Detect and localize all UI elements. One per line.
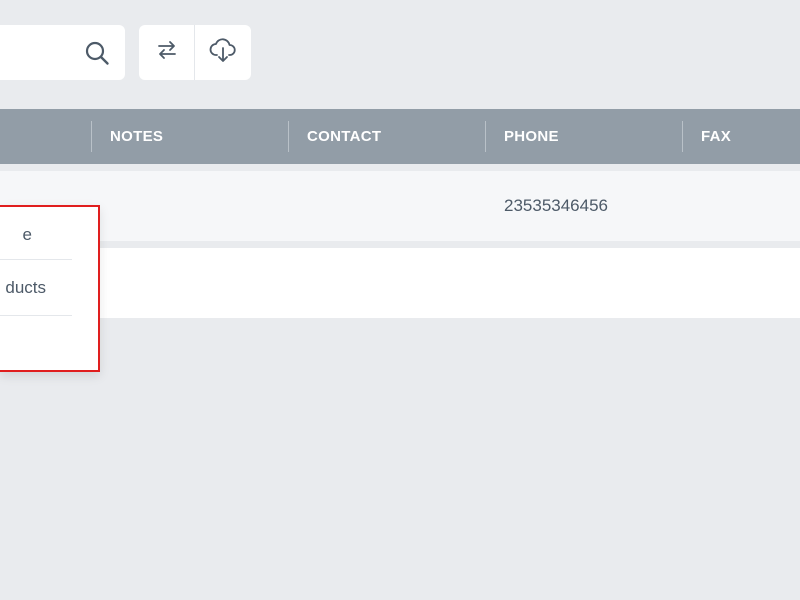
- table-row[interactable]: [0, 248, 800, 318]
- row-actions-menu: e ducts: [0, 205, 100, 372]
- column-separator: [91, 121, 92, 152]
- cloud-download-icon: [208, 36, 238, 69]
- table-row[interactable]: 23535346456: [0, 171, 800, 241]
- column-separator: [485, 121, 486, 152]
- menu-item[interactable]: ducts: [0, 260, 98, 315]
- search-icon[interactable]: [84, 40, 110, 66]
- column-header-contact[interactable]: CONTACT: [307, 109, 381, 164]
- column-header-fax[interactable]: FAX: [701, 109, 731, 164]
- sync-button[interactable]: [139, 25, 194, 80]
- menu-item-label: ducts: [5, 277, 46, 297]
- column-header-phone[interactable]: PHONE: [504, 109, 559, 164]
- menu-item-label: e: [22, 224, 32, 244]
- menu-item[interactable]: e: [0, 207, 98, 262]
- arrows-swap-icon: [154, 37, 180, 68]
- toolbar-actions: [139, 25, 251, 80]
- page: NOTES CONTACT PHONE FAX 23535346456 e du…: [0, 0, 800, 600]
- table-header: NOTES CONTACT PHONE FAX: [0, 109, 800, 164]
- download-button[interactable]: [195, 25, 250, 80]
- menu-item[interactable]: [0, 316, 98, 370]
- search-input[interactable]: [0, 25, 80, 80]
- column-separator: [682, 121, 683, 152]
- cell-phone: 23535346456: [504, 196, 609, 215]
- column-header-notes[interactable]: NOTES: [110, 109, 163, 164]
- column-separator: [288, 121, 289, 152]
